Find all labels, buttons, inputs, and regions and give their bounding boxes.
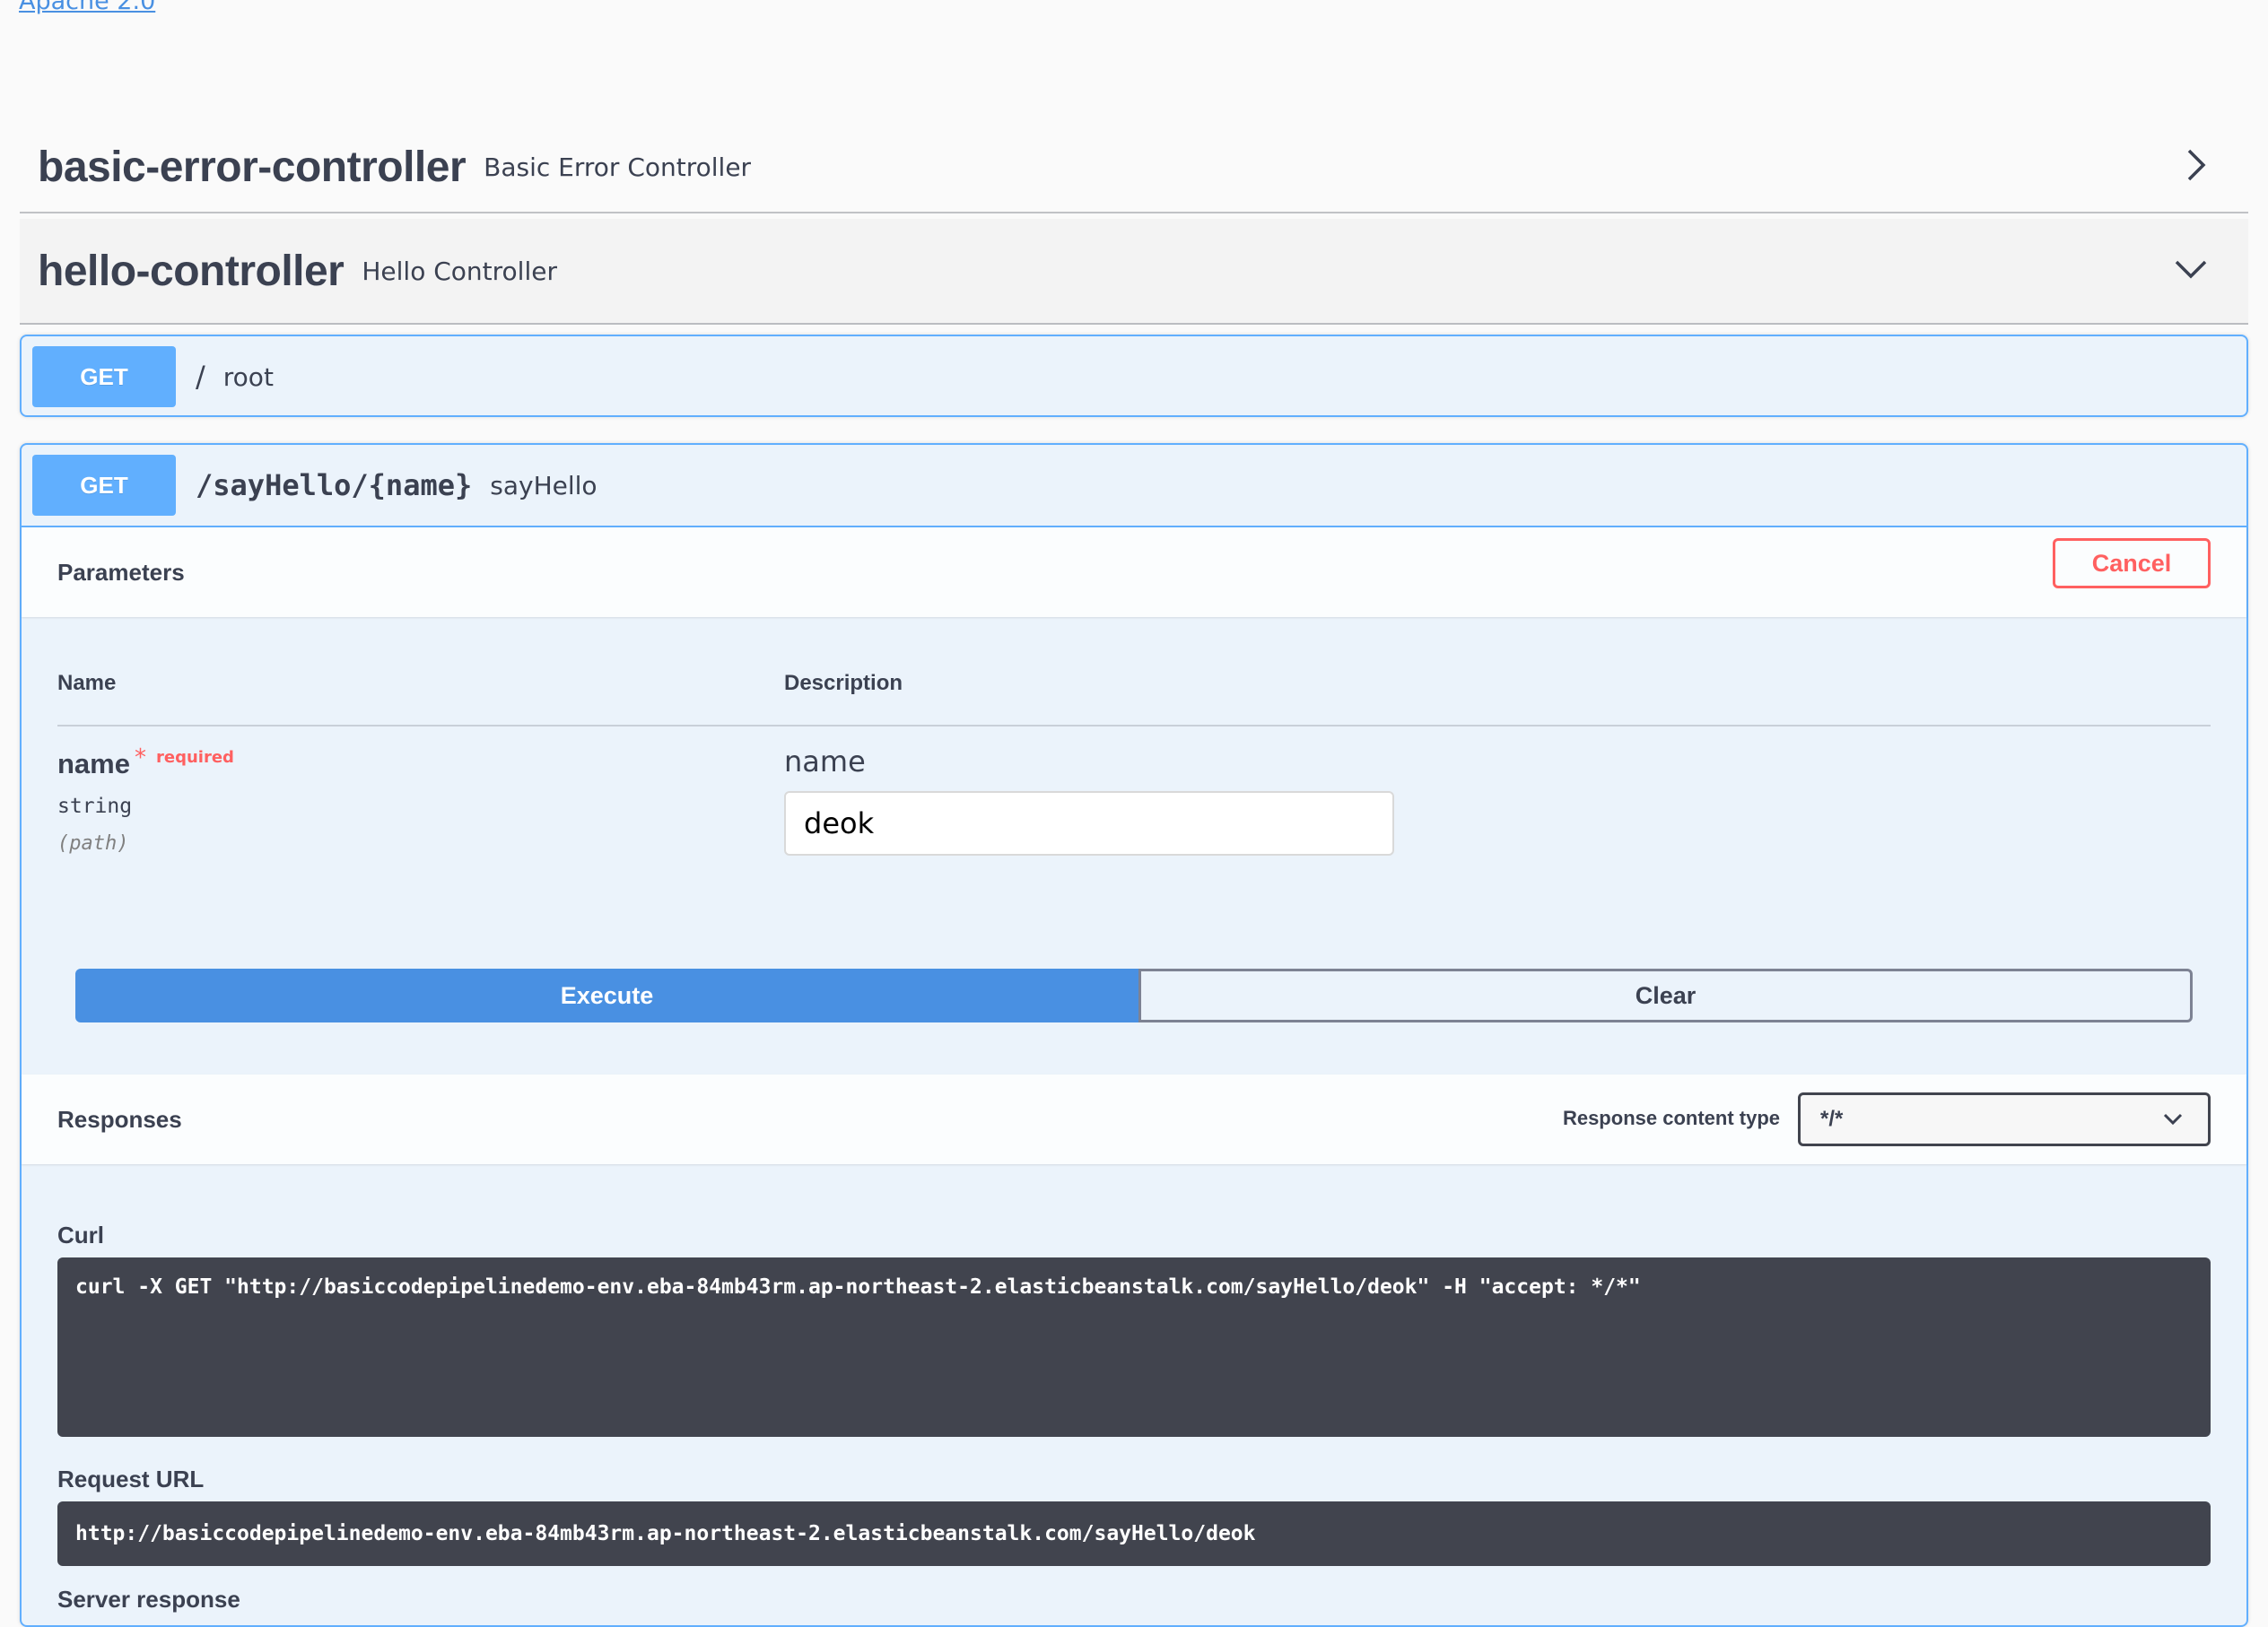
responses-header: Responses Response content type */*: [22, 1075, 2246, 1164]
response-content-type-select[interactable]: */*: [1798, 1092, 2211, 1146]
tag-basic-error-controller[interactable]: basic-error-controller Basic Error Contr…: [20, 122, 2248, 213]
selected-content-type: */*: [1820, 1107, 1844, 1131]
server-response-label: Server response: [57, 1586, 240, 1613]
chevron-right-icon[interactable]: [2184, 147, 2209, 187]
response-content-type-label: Response content type: [1562, 1107, 1780, 1129]
parameter-name: name: [57, 748, 130, 779]
parameter-type: string: [57, 795, 133, 818]
chevron-down-icon: [2163, 1107, 2183, 1132]
chevron-down-icon[interactable]: [2173, 257, 2209, 285]
tag-description: Basic Error Controller: [484, 152, 752, 182]
parameters-header: Parameters Cancel: [22, 527, 2246, 617]
required-label: required: [156, 748, 234, 767]
name-input[interactable]: deok: [784, 791, 1394, 856]
parameters-title: Parameters: [57, 558, 185, 586]
tag-name: hello-controller: [38, 247, 345, 295]
parameter-description: name: [784, 744, 866, 779]
operation-get-root: GET / root: [20, 335, 2248, 417]
operation-summary[interactable]: GET / root: [22, 336, 2246, 417]
method-badge: GET: [32, 455, 176, 516]
clear-button[interactable]: Clear: [1138, 969, 2193, 1022]
table-header-divider: [57, 725, 2211, 726]
operation-summary-text: sayHello: [490, 470, 598, 500]
tag-name: basic-error-controller: [38, 143, 467, 191]
curl-label: Curl: [57, 1222, 104, 1249]
operation-path: /: [196, 360, 205, 394]
responses-title: Responses: [57, 1105, 182, 1133]
parameter-location: (path): [57, 832, 129, 855]
required-star: *: [135, 744, 146, 771]
request-url[interactable]: http://basiccodepipelinedemo-env.eba-84m…: [57, 1501, 2211, 1566]
execute-button[interactable]: Execute: [75, 969, 1138, 1022]
operation-get-sayhello: GET /sayHello/{name} sayHello Parameters…: [20, 443, 2248, 1627]
operation-path: /sayHello/{name}: [196, 468, 473, 502]
column-header-name: Name: [57, 671, 117, 695]
execute-wrapper: Execute Clear: [75, 969, 2193, 1022]
tag-hello-controller[interactable]: hello-controller Hello Controller: [20, 219, 2248, 325]
tag-description: Hello Controller: [362, 256, 557, 286]
cancel-button[interactable]: Cancel: [2053, 538, 2211, 588]
operation-summary[interactable]: GET /sayHello/{name} sayHello: [22, 445, 2246, 527]
column-header-description: Description: [784, 671, 903, 695]
request-url-label: Request URL: [57, 1466, 205, 1492]
operation-summary-text: root: [222, 361, 274, 392]
curl-command[interactable]: curl -X GET "http://basiccodepipelinedem…: [57, 1257, 2211, 1437]
license-link[interactable]: Apache 2.0: [19, 0, 155, 15]
method-badge: GET: [32, 346, 176, 407]
